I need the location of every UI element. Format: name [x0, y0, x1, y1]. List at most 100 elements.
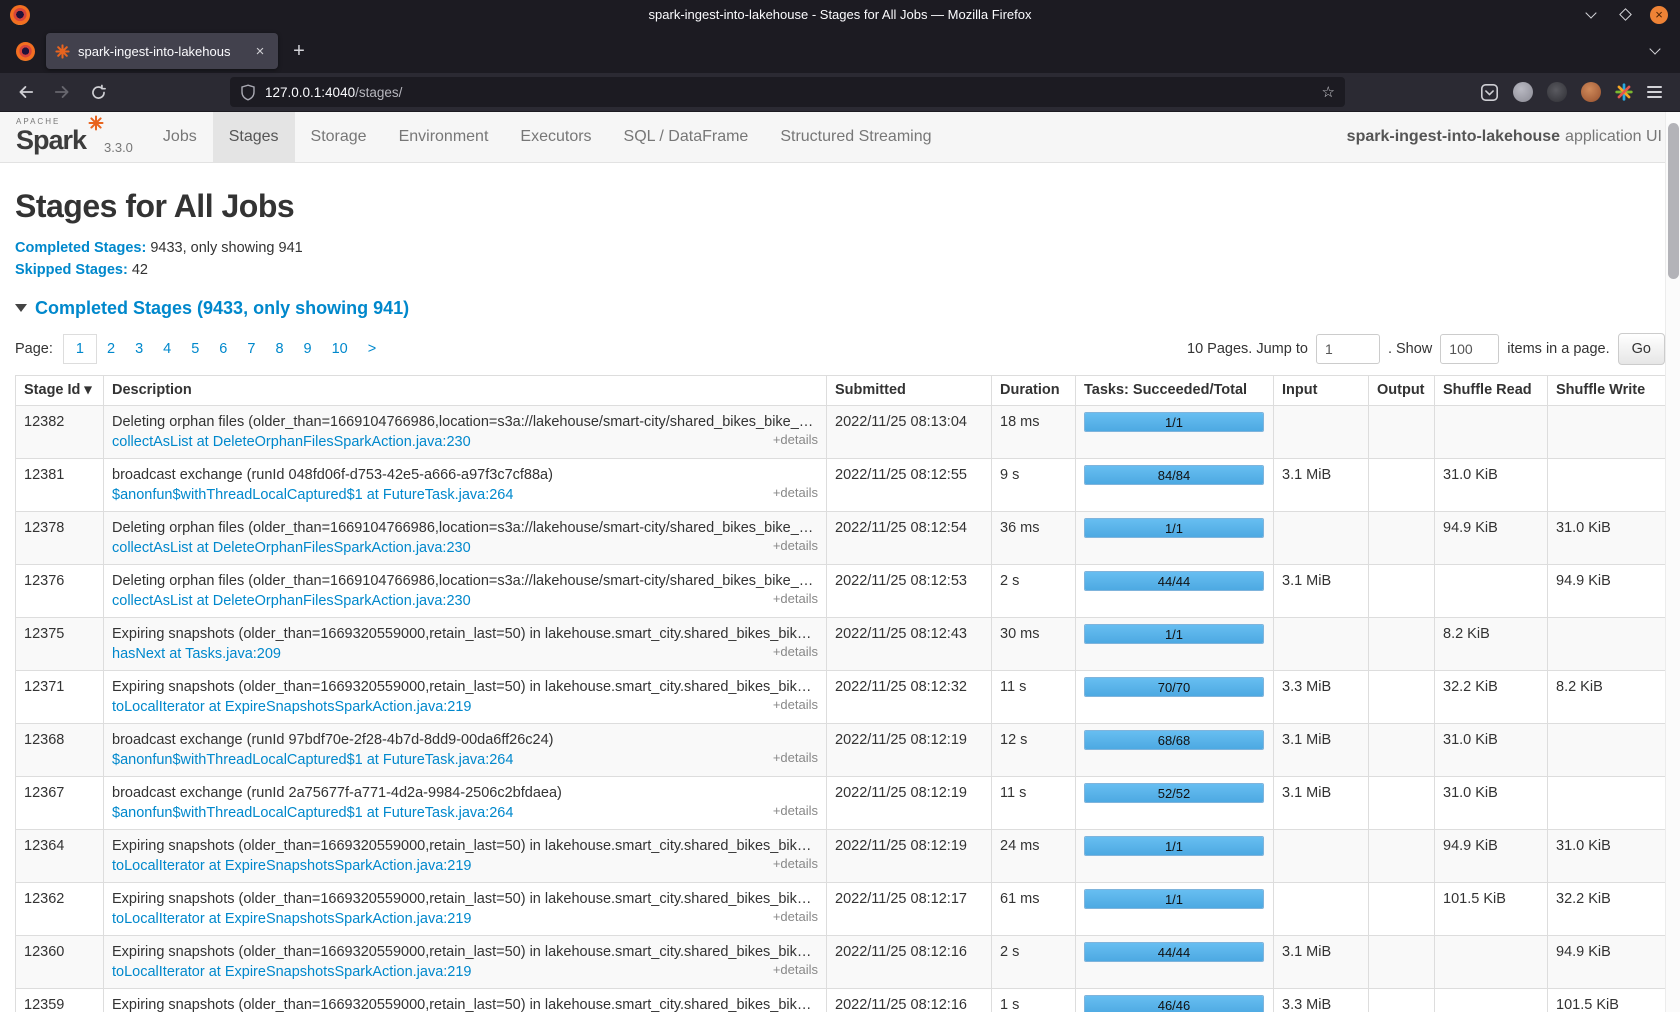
stage-callsite-link[interactable]: $anonfun$withThreadLocalCaptured$1 at Fu… — [112, 485, 513, 505]
stage-callsite-link[interactable]: toLocalIterator at ExpireSnapshotsSparkA… — [112, 697, 472, 717]
menu-button[interactable] — [1647, 86, 1662, 98]
current-page[interactable]: 1 — [63, 334, 97, 364]
toolbar-extensions — [1480, 82, 1670, 102]
stage-callsite-link[interactable]: $anonfun$withThreadLocalCaptured$1 at Fu… — [112, 750, 513, 770]
page-link[interactable]: 5 — [181, 335, 209, 363]
stage-details-toggle[interactable]: +details — [773, 907, 818, 927]
stage-id-cell: 12362 — [16, 883, 104, 936]
window-close-button[interactable]: × — [1650, 6, 1668, 24]
go-button[interactable]: Go — [1618, 333, 1665, 365]
url-text: 127.0.0.1:4040/stages/ — [265, 85, 1313, 100]
items-per-page-text: items in a page. — [1507, 341, 1609, 357]
spark-nav-item[interactable]: Stages — [213, 112, 295, 162]
column-header[interactable]: Shuffle Write — [1548, 376, 1666, 406]
page-link[interactable]: 6 — [209, 335, 237, 363]
spark-nav-item[interactable]: Executors — [504, 112, 607, 162]
completed-stages-section-toggle[interactable]: Completed Stages (9433, only showing 941… — [15, 297, 1665, 319]
column-header[interactable]: Output — [1369, 376, 1435, 406]
column-header[interactable]: Shuffle Read — [1435, 376, 1548, 406]
page-link[interactable]: 7 — [237, 335, 265, 363]
summary-label-link[interactable]: Skipped Stages: — [15, 262, 128, 278]
list-all-tabs-button[interactable] — [1640, 36, 1670, 66]
stage-callsite-link[interactable]: collectAsList at DeleteOrphanFilesSparkA… — [112, 432, 471, 452]
stage-callsite-link[interactable]: toLocalIterator at ExpireSnapshotsSparkA… — [112, 962, 472, 982]
stage-details-toggle[interactable]: +details — [773, 854, 818, 874]
tasks-progress-label: 1/1 — [1085, 625, 1263, 643]
extension-icon-1[interactable] — [1513, 82, 1533, 102]
stage-details-toggle[interactable]: +details — [773, 748, 818, 768]
stage-tasks-cell: 84/84 — [1076, 459, 1274, 512]
browser-tab[interactable]: spark-ingest-into-lakehous × — [46, 33, 278, 69]
page-link[interactable]: 8 — [265, 335, 293, 363]
page-link[interactable]: 2 — [97, 335, 125, 363]
bookmark-star-icon[interactable]: ☆ — [1322, 83, 1335, 101]
page-link[interactable]: 4 — [153, 335, 181, 363]
window-minimize-button[interactable] — [1582, 6, 1600, 24]
stage-submitted-cell: 2022/11/25 08:13:04 — [827, 406, 992, 459]
extension-pinwheel-icon[interactable] — [1615, 83, 1633, 101]
window-maximize-button[interactable] — [1616, 6, 1634, 24]
stage-callsite-link[interactable]: hasNext at Tasks.java:209 — [112, 644, 281, 664]
window-titlebar: spark-ingest-into-lakehouse - Stages for… — [0, 0, 1680, 29]
stage-details-toggle[interactable]: +details — [773, 801, 818, 821]
stage-output-cell — [1369, 459, 1435, 512]
column-header[interactable]: Input — [1274, 376, 1369, 406]
tasks-progress-bar: 46/46 — [1084, 995, 1264, 1012]
stage-id-cell: 12368 — [16, 724, 104, 777]
stage-description-text: Expiring snapshots (older_than=166932055… — [112, 677, 818, 697]
pocket-save-icon[interactable] — [1480, 83, 1499, 102]
stage-duration-cell: 36 ms — [992, 512, 1076, 565]
stage-details-toggle[interactable]: +details — [773, 960, 818, 980]
tab-close-icon[interactable]: × — [251, 42, 269, 60]
stage-details-toggle[interactable]: +details — [773, 642, 818, 662]
spark-nav-item[interactable]: Jobs — [147, 112, 213, 162]
column-header[interactable]: Duration — [992, 376, 1076, 406]
stage-input-cell — [1274, 830, 1369, 883]
stage-submitted-cell: 2022/11/25 08:12:32 — [827, 671, 992, 724]
stage-duration-cell: 24 ms — [992, 830, 1076, 883]
spark-nav-item[interactable]: SQL / DataFrame — [608, 112, 765, 162]
column-header[interactable]: Stage Id ▾ — [16, 376, 104, 406]
items-per-page-input[interactable] — [1440, 334, 1499, 364]
extension-badger-icon[interactable] — [1547, 82, 1567, 102]
stage-details-toggle[interactable]: +details — [773, 695, 818, 715]
spark-nav-item[interactable]: Environment — [383, 112, 505, 162]
page-link[interactable]: 10 — [322, 335, 358, 363]
account-avatar-icon[interactable] — [1581, 82, 1601, 102]
page-link[interactable]: 9 — [294, 335, 322, 363]
tracking-protection-shield-icon[interactable] — [240, 84, 256, 101]
spark-nav-item[interactable]: Structured Streaming — [764, 112, 947, 162]
firefox-view-button[interactable] — [10, 36, 40, 66]
stage-details-toggle[interactable]: +details — [773, 483, 818, 503]
page-link[interactable]: 3 — [125, 335, 153, 363]
reload-button[interactable] — [82, 78, 114, 106]
scrollbar-thumb[interactable] — [1668, 123, 1679, 279]
stage-callsite-link[interactable]: collectAsList at DeleteOrphanFilesSparkA… — [112, 591, 471, 611]
stage-callsite-link[interactable]: collectAsList at DeleteOrphanFilesSparkA… — [112, 538, 471, 558]
next-page-link[interactable]: > — [358, 335, 386, 363]
stage-input-cell: 3.1 MiB — [1274, 565, 1369, 618]
column-header[interactable]: Tasks: Succeeded/Total — [1076, 376, 1274, 406]
forward-button[interactable] — [46, 78, 78, 106]
stage-details-toggle[interactable]: +details — [773, 536, 818, 556]
summary-label-link[interactable]: Completed Stages: — [15, 240, 146, 256]
stage-details-toggle[interactable]: +details — [773, 430, 818, 450]
maximize-diamond-icon — [1619, 8, 1632, 21]
spark-logo[interactable]: APACHE Spark — [16, 112, 104, 162]
tasks-progress-bar: 1/1 — [1084, 889, 1264, 909]
stage-callsite-link[interactable]: toLocalIterator at ExpireSnapshotsSparkA… — [112, 909, 472, 929]
stage-callsite-link[interactable]: $anonfun$withThreadLocalCaptured$1 at Fu… — [112, 803, 513, 823]
url-bar[interactable]: 127.0.0.1:4040/stages/ ☆ — [230, 77, 1345, 107]
stage-submitted-cell: 2022/11/25 08:12:54 — [827, 512, 992, 565]
spark-nav-item[interactable]: Storage — [295, 112, 383, 162]
column-header[interactable]: Submitted — [827, 376, 992, 406]
stage-description-cell: broadcast exchange (runId 048fd06f-d753-… — [104, 459, 827, 512]
jump-to-page-input[interactable] — [1316, 334, 1380, 364]
stage-details-toggle[interactable]: +details — [773, 589, 818, 609]
column-header[interactable]: Description — [104, 376, 827, 406]
stage-duration-cell: 11 s — [992, 671, 1076, 724]
new-tab-button[interactable]: + — [284, 36, 314, 66]
back-button[interactable] — [10, 78, 42, 106]
stage-callsite-link[interactable]: toLocalIterator at ExpireSnapshotsSparkA… — [112, 856, 472, 876]
page-scrollbar[interactable] — [1665, 112, 1680, 1012]
